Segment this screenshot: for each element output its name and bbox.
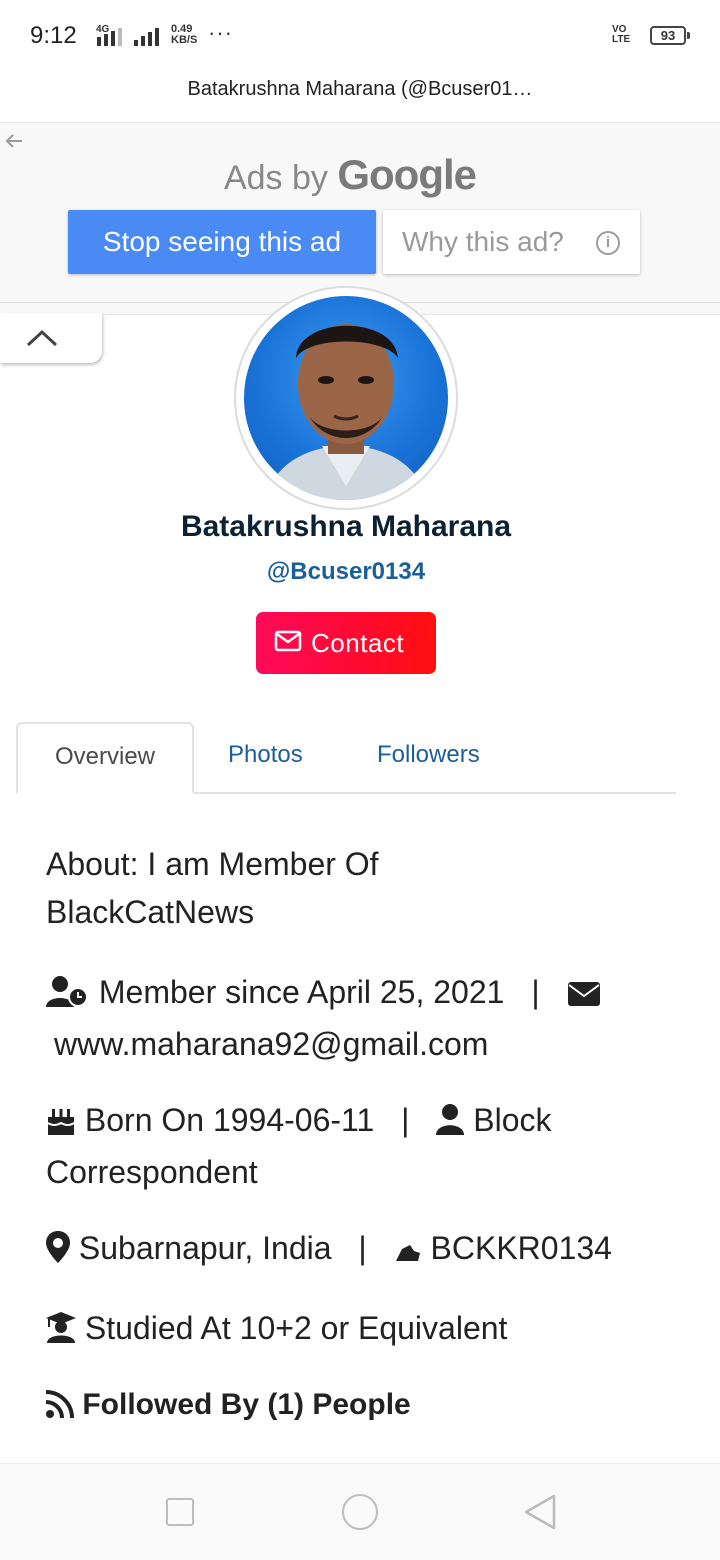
born-role-line: Born On 1994-06-11 | Block Correspondent [46, 1096, 552, 1196]
envelope-icon [567, 972, 601, 1020]
info-icon: i [596, 231, 620, 255]
tab-overview[interactable]: Overview [16, 722, 194, 794]
rss-icon [45, 1390, 74, 1426]
collapse-ad-button[interactable] [0, 313, 102, 363]
role-line-2: Correspondent [46, 1154, 258, 1190]
profile-handle: @Bcuser0134 [266, 558, 426, 585]
born-on: Born On 1994-06-11 [84, 1102, 375, 1138]
member-since: Member since April 25, 2021 [98, 974, 505, 1010]
battery-icon: 93 [650, 26, 690, 45]
hand-point-icon [394, 1228, 422, 1276]
graduate-icon [46, 1308, 76, 1356]
status-bar: 9:12 4G 0.49 KB/S ··· VO LTE 93 [0, 0, 720, 72]
google-logo: Google [337, 151, 477, 198]
ads-by-text: Ads by [223, 159, 328, 197]
nav-back-button[interactable] [522, 1494, 558, 1530]
followed-by-line[interactable]: Followed By (1) People [45, 1388, 411, 1426]
network-speed: 0.49 KB/S [171, 24, 197, 46]
stop-seeing-ad-button[interactable]: Stop seeing this ad [68, 210, 376, 274]
why-this-ad-button[interactable]: Why this ad? i [383, 210, 640, 274]
location-text: Subarnapur, India [78, 1230, 332, 1266]
volte-bottom: LTE [612, 34, 631, 45]
tab-followers[interactable]: Followers [377, 722, 480, 792]
studied-text: Studied At 10+2 or Equivalent [84, 1310, 508, 1346]
studied-line: Studied At 10+2 or Equivalent [46, 1304, 507, 1356]
contact-button[interactable]: Contact [256, 612, 436, 674]
speed-unit: KB/S [171, 34, 198, 46]
separator: | [531, 974, 540, 1010]
signal-icon-sim1 [97, 24, 122, 46]
role-line-1: Block [473, 1102, 552, 1138]
about-text: About: I am Member Of BlackCatNews [46, 840, 379, 936]
ad-banner: Ads by Google Stop seeing this ad Why th… [0, 123, 720, 303]
status-time: 9:12 [30, 22, 77, 49]
separator: | [358, 1230, 367, 1266]
location-code-line: Subarnapur, India | BCKKR0134 [46, 1224, 612, 1276]
ads-by-label: Ads by Google [0, 151, 700, 199]
profile-photo [264, 324, 428, 500]
contact-label: Contact [311, 628, 405, 658]
system-nav-bar [0, 1463, 720, 1560]
user-code: BCKKR0134 [430, 1230, 612, 1266]
recents-button[interactable] [166, 1498, 194, 1526]
user-icon [436, 1100, 465, 1148]
tab-photos[interactable]: Photos [228, 722, 303, 792]
more-icon: ··· [208, 20, 233, 45]
email-text: www.maharana92@gmail.com [54, 1026, 489, 1062]
map-marker-icon [46, 1228, 70, 1276]
chevron-up-icon [26, 329, 58, 347]
avatar [244, 296, 448, 500]
separator: | [401, 1102, 410, 1138]
volte-icon: VO LTE [612, 25, 630, 45]
followed-by-text: Followed By (1) People [82, 1388, 411, 1421]
about-line-1: About: I am Member Of [46, 846, 379, 882]
envelope-icon [274, 630, 302, 652]
signal-icon-sim2 [134, 24, 159, 46]
page-title: Batakrushna Maharana (@Bcuser01… [187, 78, 533, 100]
member-email-line: Member since April 25, 2021 | www.mahara… [46, 968, 686, 1068]
home-button[interactable] [342, 1494, 378, 1530]
user-clock-icon [46, 972, 90, 1020]
birthday-cake-icon [46, 1100, 76, 1148]
profile-name: Batakrushna Maharana [180, 510, 512, 543]
back-arrow-icon[interactable] [2, 129, 26, 153]
about-line-2: BlackCatNews [46, 894, 255, 930]
why-this-ad-label: Why this ad? [402, 226, 564, 257]
